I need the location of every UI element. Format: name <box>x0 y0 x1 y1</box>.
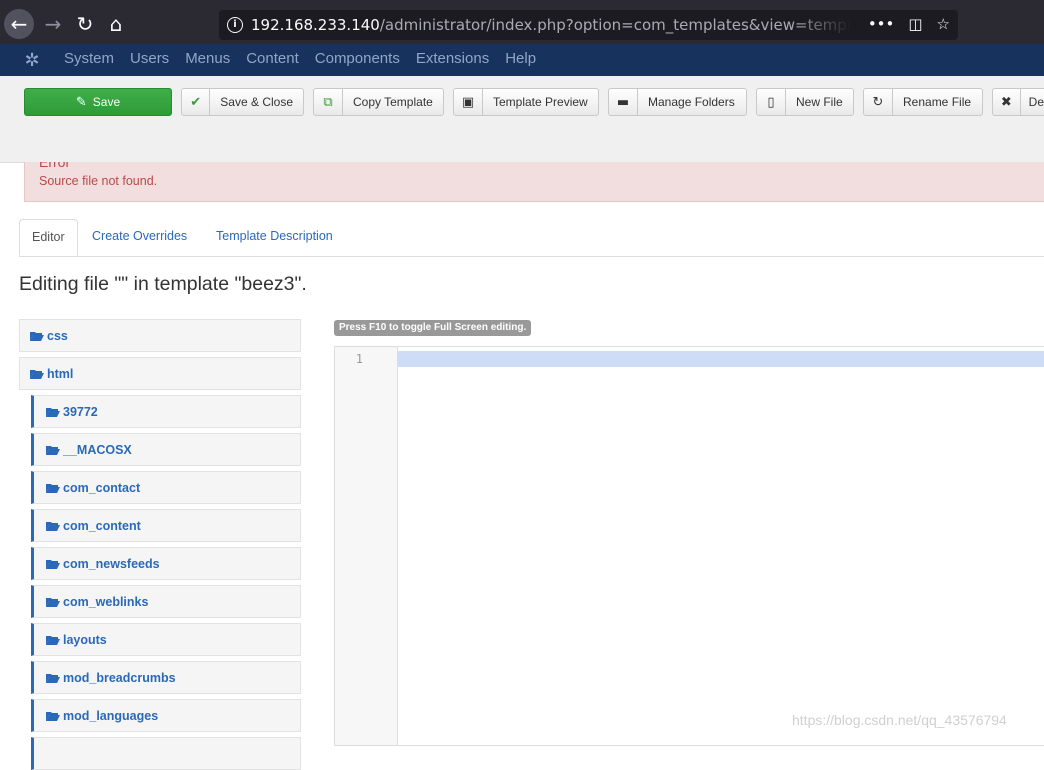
forward-arrow-icon[interactable]: → <box>38 9 68 39</box>
url-host: 192.168.233.140 <box>251 16 380 34</box>
folder-label: __MACOSX <box>63 442 132 457</box>
folder-com-weblinks[interactable]: com_weblinks <box>31 585 301 618</box>
url-text[interactable]: 192.168.233.140/administrator/index.php?… <box>251 16 851 34</box>
tab-bar: Editor Create Overrides Template Descrip… <box>19 219 1044 257</box>
edit-icon: ✎ <box>75 94 87 110</box>
browser-toolbar: ← → ↻ ⌂ i 192.168.233.140/administrator/… <box>0 0 1044 48</box>
folder-css[interactable]: css <box>19 319 301 352</box>
folder-label: com_weblinks <box>63 594 149 609</box>
error-alert: Error Source file not found. <box>24 154 1044 202</box>
close-icon: ✖ <box>993 89 1021 115</box>
folder-com-contact[interactable]: com_contact <box>31 471 301 504</box>
save-close-label: Save & Close <box>220 95 293 109</box>
save-button[interactable]: ✎ Save <box>24 88 172 116</box>
save-label: Save <box>92 95 121 109</box>
folder-open-icon <box>46 521 60 531</box>
manage-folders-label: Manage Folders <box>648 95 735 109</box>
folder-partial[interactable] <box>31 737 301 770</box>
folder-label: layouts <box>63 632 107 647</box>
home-icon[interactable]: ⌂ <box>101 9 131 39</box>
bookmark-star-icon[interactable]: ☆ <box>937 15 950 33</box>
reload-icon[interactable]: ↻ <box>70 9 100 39</box>
fullscreen-hint: Press F10 to toggle Full Screen editing. <box>334 320 532 336</box>
menu-menus[interactable]: Menus <box>185 50 230 67</box>
folder-label: 39772 <box>63 404 98 419</box>
menu-extensions[interactable]: Extensions <box>416 50 489 67</box>
active-line-highlight[interactable] <box>398 351 1044 367</box>
manage-folders-button[interactable]: ▬ Manage Folders <box>608 88 747 116</box>
refresh-icon: ↻ <box>864 89 893 115</box>
menu-content[interactable]: Content <box>246 50 299 67</box>
folder-open-icon <box>46 597 60 607</box>
folder-mod-breadcrumbs[interactable]: mod_breadcrumbs <box>31 661 301 694</box>
line-gutter: 1 <box>335 347 398 745</box>
folder-open-icon <box>46 445 60 455</box>
line-number: 1 <box>355 352 363 366</box>
copy-template-button[interactable]: ⧉ Copy Template <box>313 88 444 116</box>
folder-macosx[interactable]: __MACOSX <box>31 433 301 466</box>
rename-file-label: Rename File <box>903 95 972 109</box>
folder-label: com_newsfeeds <box>63 556 160 571</box>
folder-icon: ▬ <box>609 89 638 115</box>
folder-label: com_content <box>63 518 141 533</box>
folder-html[interactable]: html <box>19 357 301 390</box>
top-menu-items: System Users Menus Content Components Ex… <box>64 50 552 67</box>
folder-open-icon <box>46 483 60 493</box>
folder-com-content[interactable]: com_content <box>31 509 301 542</box>
folder-com-newsfeeds[interactable]: com_newsfeeds <box>31 547 301 580</box>
template-preview-label: Template Preview <box>493 95 588 109</box>
info-icon[interactable]: i <box>227 17 243 33</box>
folder-open-icon <box>46 407 60 417</box>
folder-open-icon <box>46 711 60 721</box>
menu-users[interactable]: Users <box>130 50 169 67</box>
folder-open-icon <box>30 369 44 379</box>
copy-template-label: Copy Template <box>353 95 433 109</box>
rename-file-button[interactable]: ↻ Rename File <box>863 88 983 116</box>
alert-message: Source file not found. <box>39 174 158 188</box>
tab-editor[interactable]: Editor <box>19 219 78 256</box>
folder-label: mod_breadcrumbs <box>63 670 176 685</box>
folder-label: mod_languages <box>63 708 159 723</box>
folder-mod-languages[interactable]: mod_languages <box>31 699 301 732</box>
more-actions-icon[interactable]: ••• <box>868 15 895 33</box>
watermark: https://blog.csdn.net/qq_43576794 <box>792 712 1007 728</box>
check-icon: ✔ <box>182 89 211 115</box>
page-heading: Editing file "" in template "beez3". <box>19 273 307 295</box>
menu-system[interactable]: System <box>64 50 114 67</box>
folder-label: com_contact <box>63 480 141 495</box>
template-preview-button[interactable]: ▣ Template Preview <box>453 88 599 116</box>
folder-39772[interactable]: 39772 <box>31 395 301 428</box>
new-file-label: New File <box>796 95 843 109</box>
tab-template-description[interactable]: Template Description <box>204 219 345 255</box>
folder-layouts[interactable]: layouts <box>31 623 301 656</box>
folder-open-icon <box>46 559 60 569</box>
joomla-logo-icon[interactable]: ✲ <box>22 51 42 71</box>
file-icon: ▯ <box>757 89 786 115</box>
pocket-icon[interactable]: ◫ <box>908 15 922 33</box>
copy-icon: ⧉ <box>314 89 343 115</box>
menu-components[interactable]: Components <box>315 50 400 67</box>
folder-label: css <box>47 328 68 343</box>
toolbar-overlap <box>24 150 1044 162</box>
tab-create-overrides[interactable]: Create Overrides <box>80 219 199 255</box>
admin-top-menu: ✲ System Users Menus Content Components … <box>0 44 1044 76</box>
new-file-button[interactable]: ▯ New File <box>756 88 854 116</box>
image-icon: ▣ <box>454 89 483 115</box>
url-path: /administrator/index.php?option=com_temp… <box>379 16 851 34</box>
address-bar[interactable]: i 192.168.233.140/administrator/index.ph… <box>219 10 958 40</box>
delete-file-button[interactable]: ✖ De <box>992 88 1044 116</box>
save-close-button[interactable]: ✔ Save & Close <box>181 88 304 116</box>
code-editor[interactable]: 1 <box>334 346 1044 746</box>
folder-open-icon <box>46 673 60 683</box>
menu-help[interactable]: Help <box>505 50 536 67</box>
folder-label: html <box>47 366 74 381</box>
folder-open-icon <box>46 635 60 645</box>
delete-file-label: De <box>1028 95 1044 109</box>
back-arrow-icon[interactable]: ← <box>4 9 34 39</box>
folder-open-icon <box>30 331 44 341</box>
